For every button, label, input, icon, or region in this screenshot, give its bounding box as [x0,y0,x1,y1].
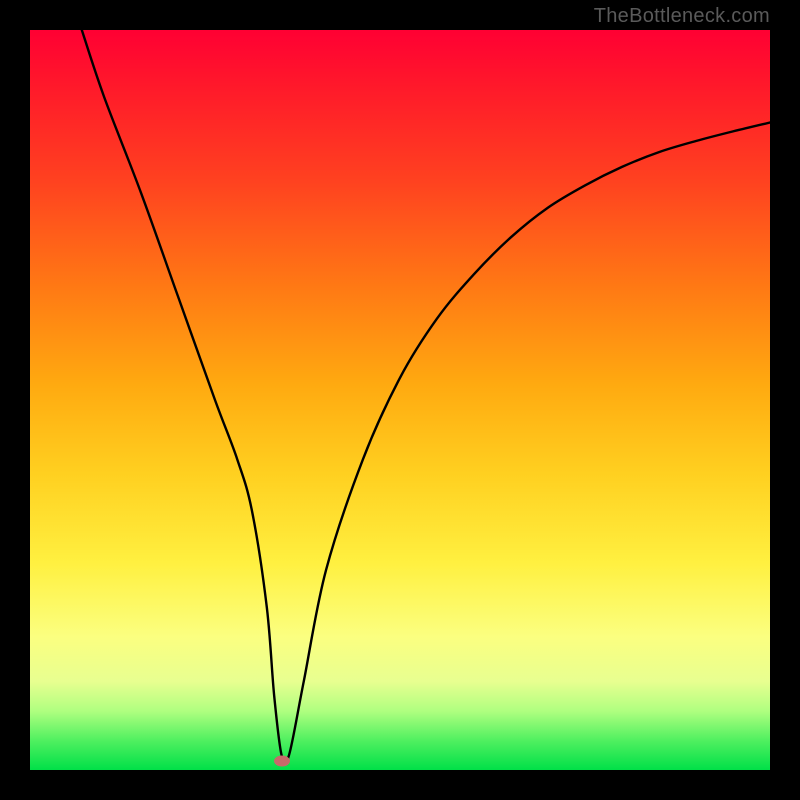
attribution-label: TheBottleneck.com [594,5,770,28]
optimum-marker [274,756,290,767]
plot-area [30,30,770,770]
bottleneck-curve [30,30,770,770]
chart-container: TheBottleneck.com [0,0,800,800]
